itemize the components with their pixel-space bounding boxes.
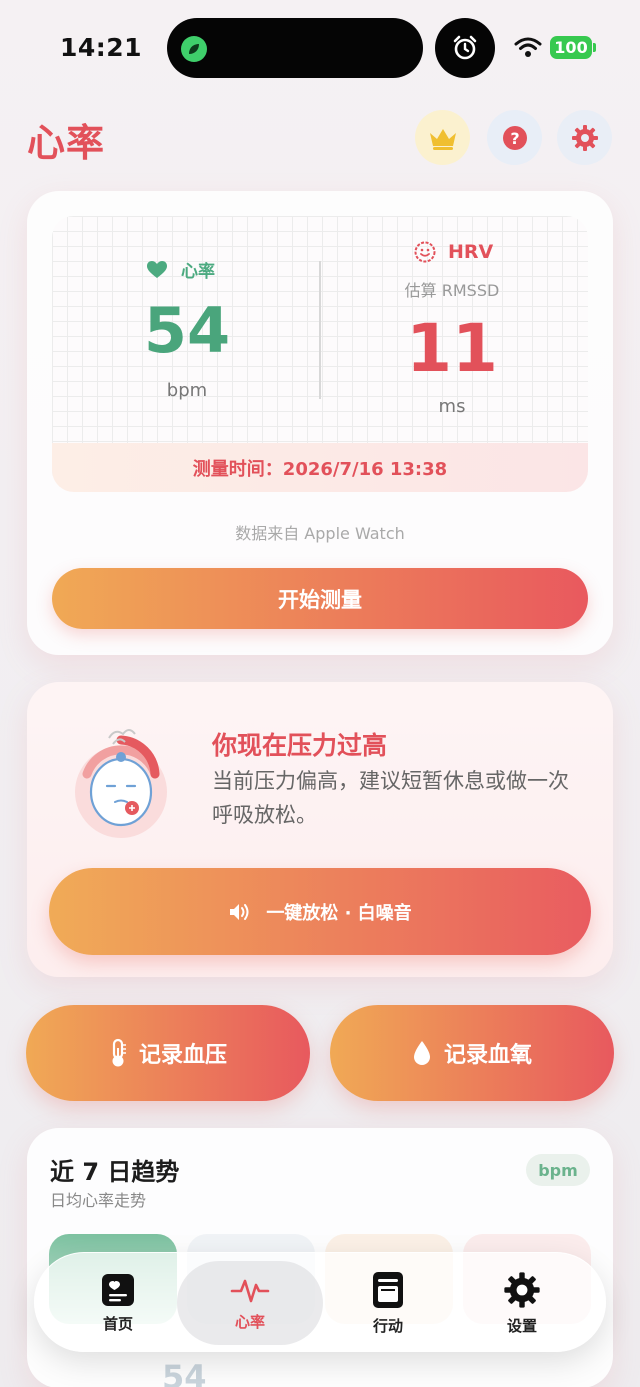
hr-label: 心率 [181, 262, 215, 282]
speaker-icon [230, 903, 249, 920]
hrv-unit: ms [438, 396, 466, 417]
thermometer-icon [112, 1038, 126, 1067]
tab-settings-label: 设置 [506, 1316, 537, 1335]
hrv-label: HRV [448, 241, 494, 263]
hrv-subtitle: 估算 RMSSD [404, 281, 500, 300]
notebook-icon [373, 1271, 403, 1308]
drop-icon [413, 1041, 430, 1065]
stress-description: 当前压力偏高，建议短暂休息或做一次呼吸放松。 [212, 769, 569, 827]
start-measure-button[interactable]: 开始测量 [52, 568, 588, 629]
tab-bar: 首页 心率 行动 设置 [34, 1252, 606, 1352]
measure-time: 测量时间：2026/7/16 13:38 [192, 458, 448, 480]
tab-home[interactable]: 首页 [51, 1253, 185, 1353]
relax-white-noise-button[interactable]: 一键放松 · 白噪音 [49, 868, 591, 955]
trend-peek-value: 54 [162, 1358, 207, 1387]
tab-heart-rate[interactable]: 心率 [177, 1261, 323, 1345]
status-time: 14:21 [60, 33, 143, 62]
trend-subtitle: 日均心率走势 [50, 1191, 147, 1210]
pulse-icon [230, 1279, 270, 1302]
hrv-header: HRV [414, 241, 493, 263]
page-title: 心率 [27, 121, 106, 165]
tab-action-label: 行动 [372, 1316, 403, 1335]
gear-icon [504, 1271, 540, 1308]
stress-title: 你现在压力过高 [212, 731, 388, 760]
heart-icon [147, 260, 167, 278]
panel-divider [319, 261, 321, 399]
record-blood-pressure-label: 记录血压 [138, 1043, 227, 1068]
svg-text:?: ? [510, 129, 519, 148]
home-card-icon [102, 1273, 134, 1306]
record-blood-pressure-button[interactable]: 记录血压 [26, 1005, 310, 1101]
help-button[interactable]: ? [487, 110, 542, 165]
battery-tip [593, 43, 596, 52]
hr-unit: bpm [166, 380, 208, 401]
tab-action[interactable]: 行动 [321, 1253, 455, 1353]
trend-title: 近 7 日趋势 [50, 1158, 180, 1186]
hr-value: 54 [143, 294, 231, 367]
stressed-mascot-icon [75, 729, 167, 838]
unit-badge[interactable]: bpm [526, 1154, 590, 1186]
gear-icon [571, 124, 598, 151]
tab-settings[interactable]: 设置 [455, 1253, 589, 1353]
battery-indicator: 100 [550, 36, 592, 59]
heart-rate-card: 心率 54 bpm HRV 估算 RMSSD 11 ms 测量时间：2026/7… [27, 191, 613, 655]
tab-home-label: 首页 [102, 1314, 133, 1333]
settings-button[interactable] [557, 110, 612, 165]
premium-button[interactable] [415, 110, 470, 165]
measurement-panel: 心率 54 bpm HRV 估算 RMSSD 11 ms 测量时间：2026/7… [52, 216, 588, 492]
leaf-icon [181, 36, 207, 62]
tab-heart-rate-label: 心率 [234, 1312, 265, 1331]
relax-label: 一键放松 · 白噪音 [266, 902, 412, 924]
hr-header: 心率 [147, 257, 215, 282]
smiley-icon [414, 241, 436, 263]
alarm-clock-icon [435, 18, 495, 78]
wifi-icon [514, 37, 542, 57]
crown-icon [429, 128, 456, 150]
record-blood-oxygen-label: 记录血氧 [443, 1043, 532, 1068]
record-blood-oxygen-button[interactable]: 记录血氧 [330, 1005, 614, 1101]
hrv-value: 11 [406, 310, 498, 387]
dynamic-island [167, 18, 423, 78]
data-source: 数据来自 Apple Watch [235, 524, 405, 543]
stress-card: 你现在压力过高 当前压力偏高，建议短暂休息或做一次呼吸放松。 一键放松 · 白噪… [27, 682, 613, 977]
status-bar: 14:21 100 [0, 0, 640, 96]
measure-time-bar: 测量时间：2026/7/16 13:38 [52, 443, 588, 492]
question-icon: ? [502, 125, 527, 150]
